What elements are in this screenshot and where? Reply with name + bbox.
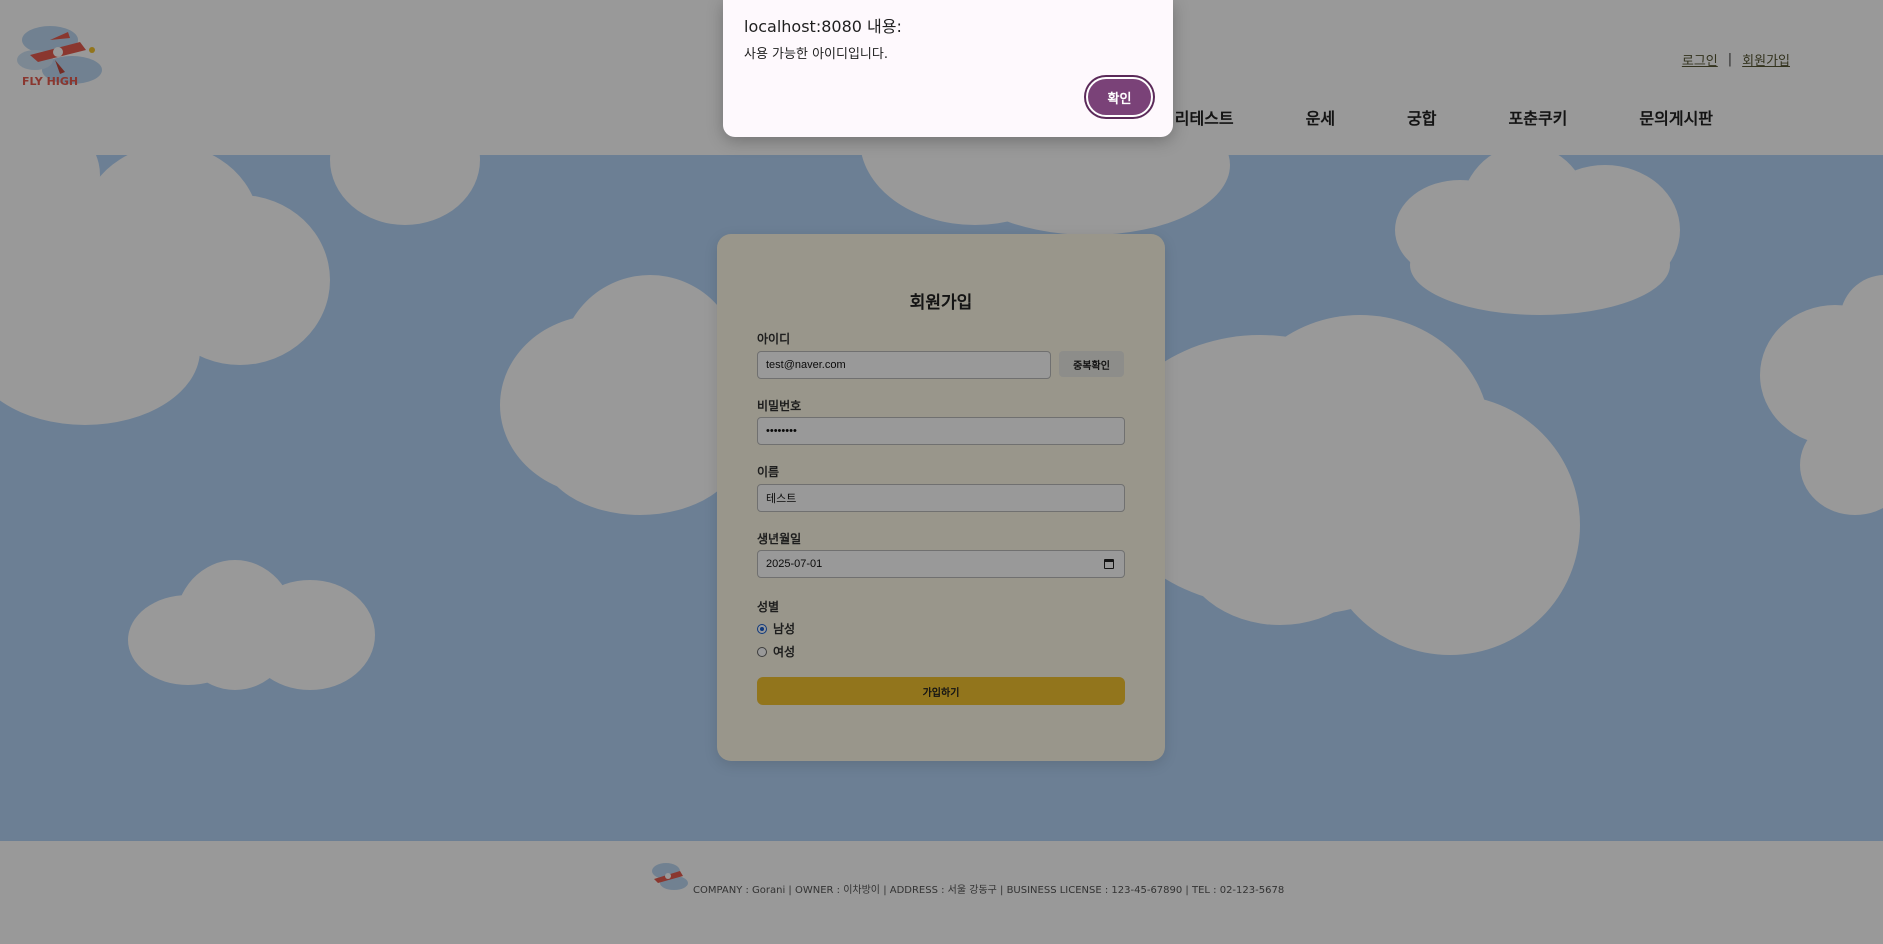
modal-overlay bbox=[0, 0, 1883, 944]
dialog-title: localhost:8080 내용: bbox=[744, 17, 902, 36]
alert-dialog: localhost:8080 내용: 사용 가능한 아이디입니다. 확인 bbox=[723, 0, 1173, 137]
dialog-message: 사용 가능한 아이디입니다. bbox=[744, 47, 888, 62]
dialog-ok-button[interactable]: 확인 bbox=[1086, 77, 1153, 117]
